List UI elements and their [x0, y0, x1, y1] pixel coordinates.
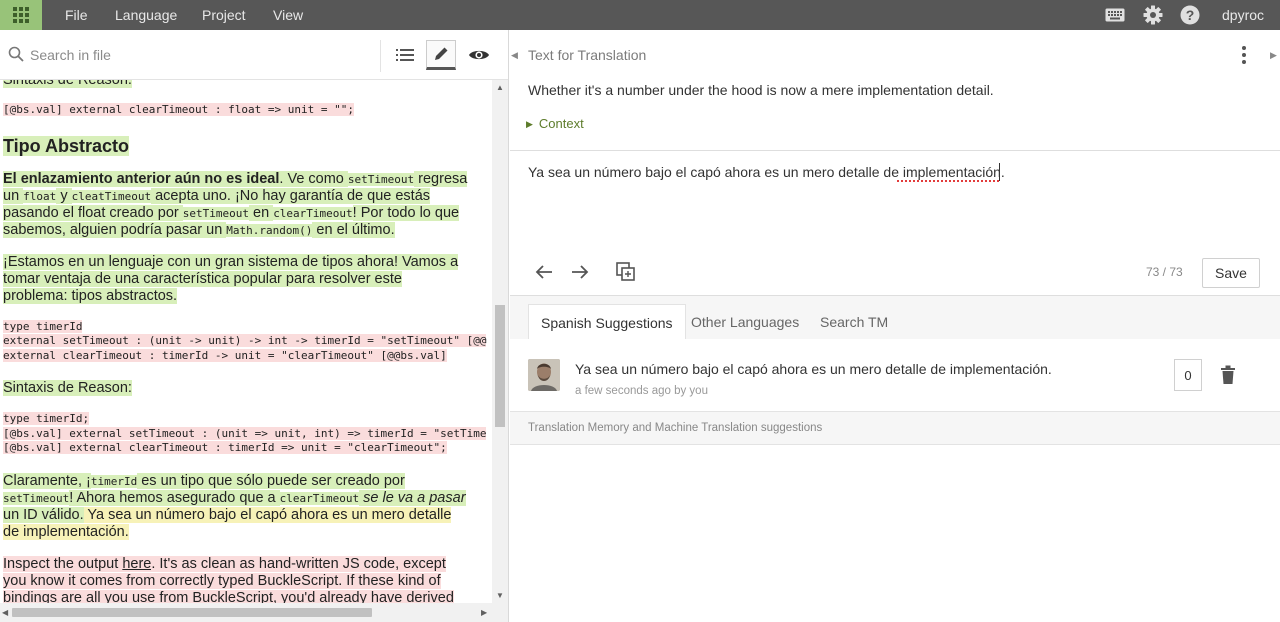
tab-other-languages[interactable]: Other Languages	[679, 304, 811, 340]
tab-search-tm[interactable]: Search TM	[808, 304, 900, 340]
copy-icon	[616, 262, 635, 281]
source-string: Whether it's a number under the hood is …	[528, 82, 994, 98]
tm-results	[510, 444, 1280, 622]
svg-text:?: ?	[1186, 7, 1195, 23]
gear-icon[interactable]	[1142, 4, 1164, 26]
menu-file[interactable]: File	[65, 0, 88, 30]
horizontal-scrollbar[interactable]: ◀ ▶	[0, 603, 492, 622]
code-block: type timerId; [@bs.val] external setTime…	[3, 412, 487, 454]
search-input[interactable]	[30, 44, 350, 66]
doc-paragraph: ¡Estamos en un lenguaje con un gran sist…	[3, 253, 459, 304]
previous-string-button[interactable]	[532, 260, 556, 284]
suggestion-meta: a few seconds ago by you	[575, 385, 708, 397]
next-string-button[interactable]	[568, 260, 592, 284]
text-caret	[999, 163, 1000, 181]
tm-mt-label: Translation Memory and Machine Translati…	[528, 422, 823, 434]
collapse-left-icon[interactable]: ◀	[511, 50, 518, 61]
scroll-left-icon[interactable]: ◀	[2, 608, 8, 617]
menu-language[interactable]: Language	[115, 0, 177, 30]
doc-paragraph: Claramente, ¡timerId es un tipo que sólo…	[3, 472, 466, 540]
search-icon	[8, 46, 24, 62]
list-icon	[396, 49, 414, 61]
vertical-scrollbar[interactable]: ▲ ▼	[492, 80, 508, 603]
source-document-pane: Sintaxis de Reason: [@bs.val] external c…	[0, 30, 509, 622]
toolbar-divider	[380, 40, 381, 72]
spellcheck-underline	[897, 180, 999, 182]
context-toggle[interactable]: ▶ Context	[526, 116, 584, 131]
keyboard-icon[interactable]	[1104, 4, 1126, 26]
doc-heading: Tipo Abstracto	[3, 135, 130, 156]
eye-icon	[469, 50, 489, 60]
preview-mode-button[interactable]	[464, 40, 494, 70]
menu-view[interactable]: View	[273, 0, 303, 30]
file-search-bar	[0, 30, 508, 80]
grid-icon	[13, 7, 29, 23]
list-view-button[interactable]	[390, 40, 420, 70]
suggestions-panel: Spanish Suggestions Other Languages Sear…	[510, 295, 1280, 622]
scroll-down-icon[interactable]: ▼	[496, 591, 504, 600]
suggestion-item[interactable]: Ya sea un número bajo el capó ahora es u…	[510, 339, 1280, 412]
vote-count[interactable]: 0	[1174, 359, 1202, 391]
edit-mode-button[interactable]	[426, 40, 456, 70]
copy-source-button[interactable]	[614, 260, 638, 284]
doc-paragraph: Inspect the output here. It's as clean a…	[3, 555, 492, 603]
translation-input[interactable]: Ya sea un número bajo el capó ahora es u…	[510, 151, 1280, 247]
output-link[interactable]: here	[122, 555, 152, 572]
tab-spanish-suggestions[interactable]: Spanish Suggestions	[528, 304, 686, 340]
scroll-up-icon[interactable]: ▲	[496, 83, 504, 92]
doc-paragraph: El enlazamiento anterior aún no es ideal…	[3, 170, 468, 238]
save-button[interactable]: Save	[1202, 258, 1260, 288]
apps-grid-button[interactable]	[0, 0, 42, 30]
triangle-right-icon: ▶	[526, 119, 533, 129]
document-preview: Sintaxis de Reason: [@bs.val] external c…	[0, 80, 492, 603]
scroll-corner	[492, 603, 508, 622]
string-counter: 73 / 73	[1146, 265, 1183, 279]
top-bar: File Language Project View ? dpyroc	[0, 0, 1280, 30]
translation-pane: ◀ ▶ Text for Translation Whether it's a …	[510, 30, 1280, 622]
help-icon[interactable]: ?	[1179, 4, 1201, 26]
avatar	[528, 359, 560, 391]
more-options-icon[interactable]	[1240, 46, 1248, 64]
source-title: Text for Translation	[528, 47, 647, 63]
code-block: [@bs.val] external clearTimeout : float …	[3, 103, 354, 116]
arrow-left-icon	[535, 265, 552, 279]
collapse-right-icon[interactable]: ▶	[1270, 50, 1277, 61]
vertical-scroll-thumb[interactable]	[495, 305, 505, 427]
horizontal-scroll-thumb[interactable]	[12, 608, 372, 617]
doc-paragraph: Sintaxis de Reason:	[3, 80, 492, 89]
username[interactable]: dpyroc	[1222, 0, 1264, 30]
pencil-icon	[435, 47, 448, 60]
menu-project[interactable]: Project	[202, 0, 246, 30]
doc-paragraph: Sintaxis de Reason:	[3, 380, 132, 396]
arrow-right-icon	[572, 265, 589, 279]
scroll-right-icon[interactable]: ▶	[481, 608, 487, 617]
trash-icon[interactable]	[1220, 365, 1236, 385]
code-block: type timerId external setTimeout : (unit…	[3, 319, 487, 362]
suggestion-text: Ya sea un número bajo el capó ahora es u…	[575, 361, 1052, 377]
